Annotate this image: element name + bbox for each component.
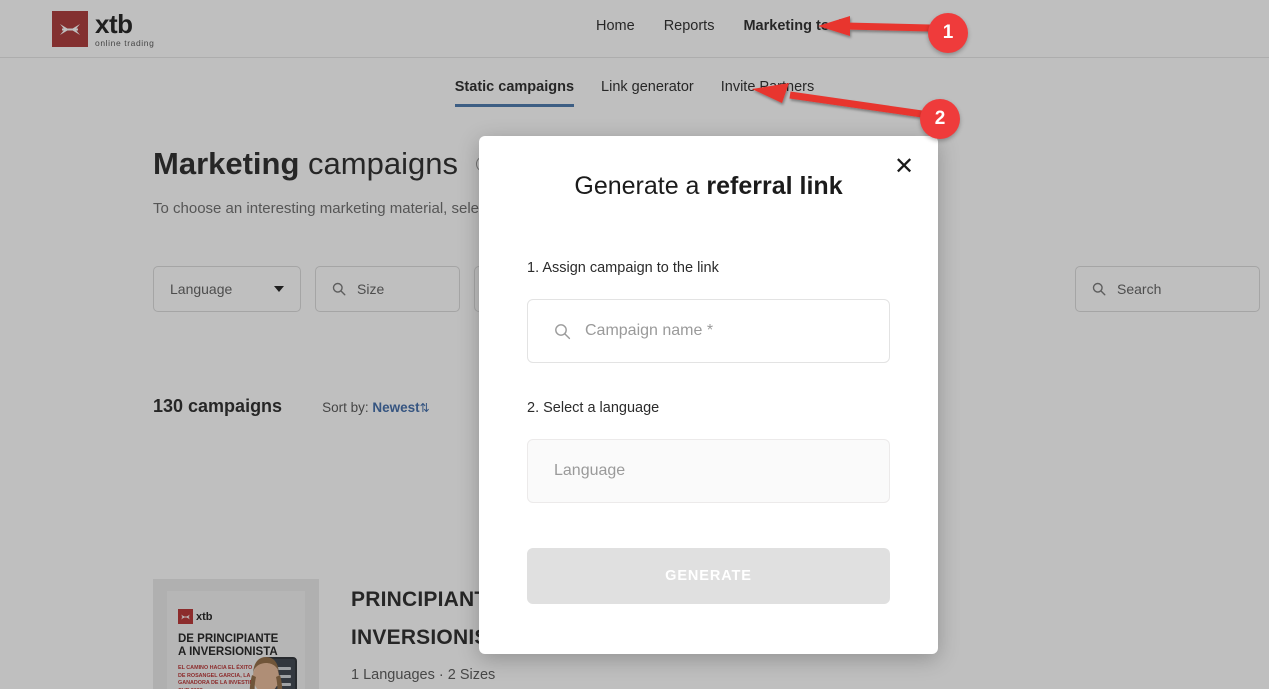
modal-title-light: Generate a <box>574 172 700 200</box>
modal-title-bold: referral link <box>706 172 843 200</box>
screen-root: xtb online trading Home Reports Marketin… <box>0 0 1269 689</box>
annotation-badge-2: 2 <box>920 99 960 139</box>
annotation-arrow-2 <box>752 83 923 118</box>
campaign-name-placeholder: Campaign name * <box>585 322 714 339</box>
generate-referral-link-modal: ✕ Generate a referral link 1. Assign cam… <box>479 136 938 654</box>
language-select-placeholder: Language <box>554 462 626 479</box>
search-icon <box>555 323 571 339</box>
language-select[interactable]: Language <box>527 439 890 503</box>
annotation-badge-1: 1 <box>928 13 968 53</box>
generate-button[interactable]: GENERATE <box>527 548 890 604</box>
annotation-arrow-1 <box>818 16 931 36</box>
campaign-name-input[interactable]: Campaign name * <box>527 299 890 363</box>
step-2-label: 2. Select a language <box>527 400 660 416</box>
step-1-label: 1. Assign campaign to the link <box>527 260 719 276</box>
modal-title: Generate a referral link <box>479 172 938 201</box>
